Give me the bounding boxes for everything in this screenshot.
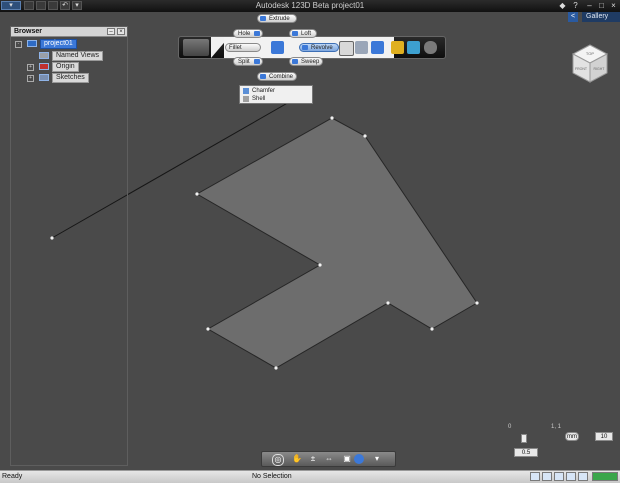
browser-panel: Browser – × - project01 Named Views + Or… bbox=[10, 26, 128, 466]
sweep-label: Sweep bbox=[301, 59, 320, 65]
chamfer-label: Chamfer bbox=[252, 88, 276, 94]
sweep-button[interactable]: Sweep bbox=[289, 57, 323, 66]
shell-menu-item[interactable]: Shell bbox=[240, 95, 312, 103]
grid-scale-widget: 0 1, 1 0.5 mm 10 bbox=[505, 424, 615, 462]
fillet-button[interactable]: Fillet bbox=[225, 43, 261, 52]
primitives-cube-icon[interactable] bbox=[183, 39, 209, 56]
hole-icon bbox=[254, 31, 260, 36]
shell-label: Shell bbox=[252, 96, 266, 102]
extrude-label: Extrude bbox=[269, 16, 290, 22]
revolve-button[interactable]: Revolve bbox=[299, 43, 339, 52]
viewcube-front-label: FRONT bbox=[575, 67, 588, 71]
status-indicator-icon[interactable] bbox=[592, 472, 618, 481]
expand-icon[interactable]: - bbox=[15, 41, 22, 48]
unit-selector[interactable]: mm bbox=[565, 432, 579, 441]
loft-icon bbox=[292, 31, 298, 36]
status-tool-icon[interactable] bbox=[566, 472, 576, 481]
named-views-icon bbox=[39, 52, 49, 59]
origin-icon bbox=[39, 63, 49, 70]
status-ready: Ready bbox=[2, 473, 23, 480]
visual-style-icon[interactable] bbox=[354, 454, 364, 464]
tree-item-label: project01 bbox=[40, 39, 77, 49]
scale-left-tick: 0 bbox=[508, 424, 512, 430]
pattern-icon[interactable] bbox=[339, 41, 354, 56]
scale-slider-handle[interactable] bbox=[521, 434, 527, 443]
status-tool-icon[interactable] bbox=[578, 472, 588, 481]
status-bar: Ready No Selection bbox=[0, 470, 620, 483]
tree-item-label: Origin bbox=[52, 62, 79, 72]
chamfer-icon bbox=[243, 88, 249, 94]
loft-button[interactable]: Loft bbox=[289, 29, 317, 38]
combine-label: Combine bbox=[269, 74, 294, 80]
view-mode-icon[interactable]: ▣ bbox=[342, 454, 352, 464]
grid-size-input[interactable]: 10 bbox=[595, 432, 613, 441]
sketch-profile[interactable] bbox=[195, 117, 478, 369]
viewcube-top-label: TOP bbox=[586, 51, 594, 56]
status-tool-icon[interactable] bbox=[542, 472, 552, 481]
extrude-button[interactable]: Extrude bbox=[257, 14, 297, 23]
measure-icon[interactable] bbox=[371, 41, 384, 54]
hole-label: Hole bbox=[238, 31, 251, 37]
hole-button[interactable]: Hole bbox=[233, 29, 263, 38]
grid-toggle-icon[interactable]: ▾ bbox=[372, 454, 382, 464]
navigation-bar: ◎ ✋ ± ⇔ ▣ ▾ bbox=[261, 451, 396, 467]
revolve-label: Revolve bbox=[311, 45, 333, 51]
selection-status: No Selection bbox=[252, 473, 292, 480]
scale-right-tick: 1, 1 bbox=[551, 424, 562, 430]
text-icon[interactable] bbox=[391, 41, 404, 54]
split-button[interactable]: Split bbox=[233, 57, 263, 66]
tree-item-label: Sketches bbox=[52, 73, 89, 83]
orbit-icon[interactable]: ◎ bbox=[272, 454, 284, 466]
browser-pin-button[interactable]: – bbox=[107, 28, 115, 35]
component-icon bbox=[27, 40, 37, 47]
grouping-icon[interactable] bbox=[355, 41, 368, 54]
scale-value: 0.5 bbox=[514, 448, 538, 457]
viewcube[interactable]: TOP FRONT RIGHT bbox=[569, 41, 611, 85]
expand-icon[interactable]: + bbox=[27, 64, 34, 71]
shell-icon bbox=[243, 96, 249, 102]
browser-close-button[interactable]: × bbox=[117, 28, 125, 35]
combine-icon bbox=[260, 74, 266, 79]
zoom-icon[interactable]: ± bbox=[308, 454, 318, 464]
materials-icon[interactable] bbox=[407, 41, 420, 54]
modify-dropdown: Chamfer Shell bbox=[239, 85, 313, 104]
expand-icon[interactable]: + bbox=[27, 75, 34, 82]
split-icon bbox=[254, 59, 260, 64]
revolve-icon bbox=[302, 45, 308, 50]
fit-icon[interactable]: ⇔ bbox=[324, 454, 334, 464]
viewcube-right-label: RIGHT bbox=[594, 67, 606, 71]
pan-icon[interactable]: ✋ bbox=[292, 454, 302, 464]
fillet-label: Fillet bbox=[229, 45, 242, 51]
chamfer-menu-item[interactable]: Chamfer bbox=[240, 87, 312, 95]
browser-header: Browser – × bbox=[11, 27, 127, 37]
status-tool-icon[interactable] bbox=[530, 472, 540, 481]
sketches-icon bbox=[39, 74, 49, 81]
split-label: Split bbox=[238, 59, 250, 65]
status-tool-icon[interactable] bbox=[554, 472, 564, 481]
browser-title: Browser bbox=[14, 28, 43, 35]
tree-item-label: Named Views bbox=[52, 51, 104, 61]
loft-label: Loft bbox=[301, 31, 312, 37]
more-icon[interactable] bbox=[424, 41, 437, 54]
combine-button[interactable]: Combine bbox=[257, 72, 297, 81]
construct-icon[interactable] bbox=[271, 41, 284, 54]
extrude-icon bbox=[260, 16, 266, 21]
sweep-icon bbox=[292, 59, 298, 64]
